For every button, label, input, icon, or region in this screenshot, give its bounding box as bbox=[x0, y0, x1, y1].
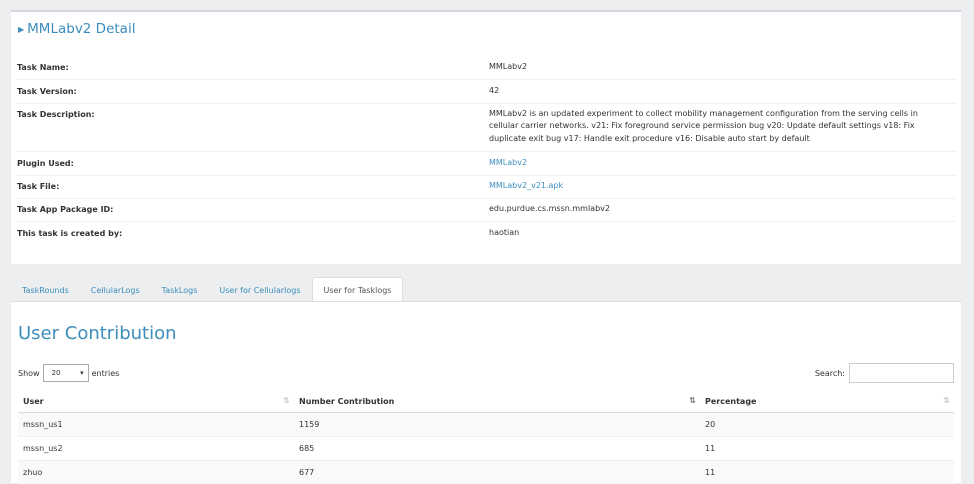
detail-label: Task File: bbox=[16, 175, 488, 198]
tab-content: User Contribution Show 20 ▾ entries Sear… bbox=[11, 301, 961, 483]
table-header-row: User ⇅ Number Contribution ⇅ Percentage … bbox=[18, 390, 954, 413]
entries-select-value: 20 bbox=[52, 369, 61, 377]
column-header-percentage[interactable]: Percentage ⇅ bbox=[700, 390, 954, 413]
detail-row-task-file: Task File: MMLabv2_v21.apk bbox=[16, 175, 956, 198]
plugin-link[interactable]: MMLabv2 bbox=[488, 151, 956, 175]
cell-number: 677 bbox=[294, 461, 700, 484]
detail-table: Task Name: MMLabv2 Task Version: 42 Task… bbox=[16, 56, 956, 245]
detail-label: This task is created by: bbox=[16, 221, 488, 245]
detail-value: MMLabv2 is an updated experiment to coll… bbox=[488, 103, 956, 151]
detail-row-plugin-used: Plugin Used: MMLabv2 bbox=[16, 151, 956, 175]
entries-select[interactable]: 20 ▾ bbox=[43, 364, 89, 382]
table-row: mssn_us2 685 11 bbox=[18, 437, 954, 461]
column-header-user[interactable]: User ⇅ bbox=[18, 390, 294, 413]
detail-row-task-name: Task Name: MMLabv2 bbox=[16, 56, 956, 79]
search-input[interactable] bbox=[849, 363, 954, 383]
column-header-label: Percentage bbox=[705, 397, 756, 406]
tab-taskrounds[interactable]: TaskRounds bbox=[11, 278, 80, 302]
table-row: mssn_us1 1159 20 bbox=[18, 413, 954, 437]
show-label: Show bbox=[18, 369, 40, 378]
panel-title[interactable]: ▶ MMLabv2 Detail bbox=[18, 21, 135, 37]
task-file-link[interactable]: MMLabv2_v21.apk bbox=[488, 175, 956, 198]
sort-icon: ⇅ bbox=[283, 396, 290, 405]
tab-tasklogs[interactable]: TaskLogs bbox=[151, 278, 209, 302]
column-header-label: User bbox=[23, 397, 44, 406]
entries-length-control: Show 20 ▾ entries bbox=[18, 364, 119, 382]
detail-row-task-description: Task Description: MMLabv2 is an updated … bbox=[16, 103, 956, 151]
section-title: User Contribution bbox=[18, 323, 177, 344]
detail-label: Task Description: bbox=[16, 103, 488, 151]
tab-user-for-cellularlogs[interactable]: User for Cellularlogs bbox=[208, 278, 311, 302]
caret-right-icon: ▶ bbox=[18, 25, 24, 34]
tab-bar: TaskRounds CellularLogs TaskLogs User fo… bbox=[11, 277, 961, 302]
column-header-label: Number Contribution bbox=[299, 397, 394, 406]
cell-number: 685 bbox=[294, 437, 700, 461]
column-header-number-contribution[interactable]: Number Contribution ⇅ bbox=[294, 390, 700, 413]
tab-user-for-tasklogs[interactable]: User for Tasklogs bbox=[312, 277, 404, 302]
sort-descending-icon: ⇅ bbox=[689, 396, 696, 405]
detail-label: Task App Package ID: bbox=[16, 198, 488, 221]
top-bar bbox=[0, 0, 974, 10]
detail-label: Task Name: bbox=[16, 56, 488, 79]
detail-label: Task Version: bbox=[16, 79, 488, 103]
cell-percentage: 11 bbox=[700, 461, 954, 484]
task-detail-panel: ▶ MMLabv2 Detail Task Name: MMLabv2 Task… bbox=[11, 10, 961, 264]
contribution-table: User ⇅ Number Contribution ⇅ Percentage … bbox=[18, 390, 954, 484]
detail-value: edu.purdue.cs.mssn.mmlabv2 bbox=[488, 198, 956, 221]
detail-label: Plugin Used: bbox=[16, 151, 488, 175]
tab-cellularlogs[interactable]: CellularLogs bbox=[80, 278, 151, 302]
cell-percentage: 20 bbox=[700, 413, 954, 437]
dropdown-arrow-icon: ▾ bbox=[80, 369, 84, 377]
search-label: Search: bbox=[815, 369, 845, 378]
sort-icon: ⇅ bbox=[943, 396, 950, 405]
cell-user: zhuo bbox=[18, 461, 294, 484]
detail-value: MMLabv2 bbox=[488, 56, 956, 79]
panel-title-text: MMLabv2 Detail bbox=[27, 21, 135, 37]
detail-row-package-id: Task App Package ID: edu.purdue.cs.mssn.… bbox=[16, 198, 956, 221]
table-row: zhuo 677 11 bbox=[18, 461, 954, 484]
detail-value: 42 bbox=[488, 79, 956, 103]
detail-row-created-by: This task is created by: haotian bbox=[16, 221, 956, 245]
cell-user: mssn_us1 bbox=[18, 413, 294, 437]
entries-label: entries bbox=[92, 369, 120, 378]
search-control: Search: bbox=[815, 363, 954, 383]
cell-user: mssn_us2 bbox=[18, 437, 294, 461]
detail-row-task-version: Task Version: 42 bbox=[16, 79, 956, 103]
detail-value: haotian bbox=[488, 221, 956, 245]
cell-number: 1159 bbox=[294, 413, 700, 437]
cell-percentage: 11 bbox=[700, 437, 954, 461]
